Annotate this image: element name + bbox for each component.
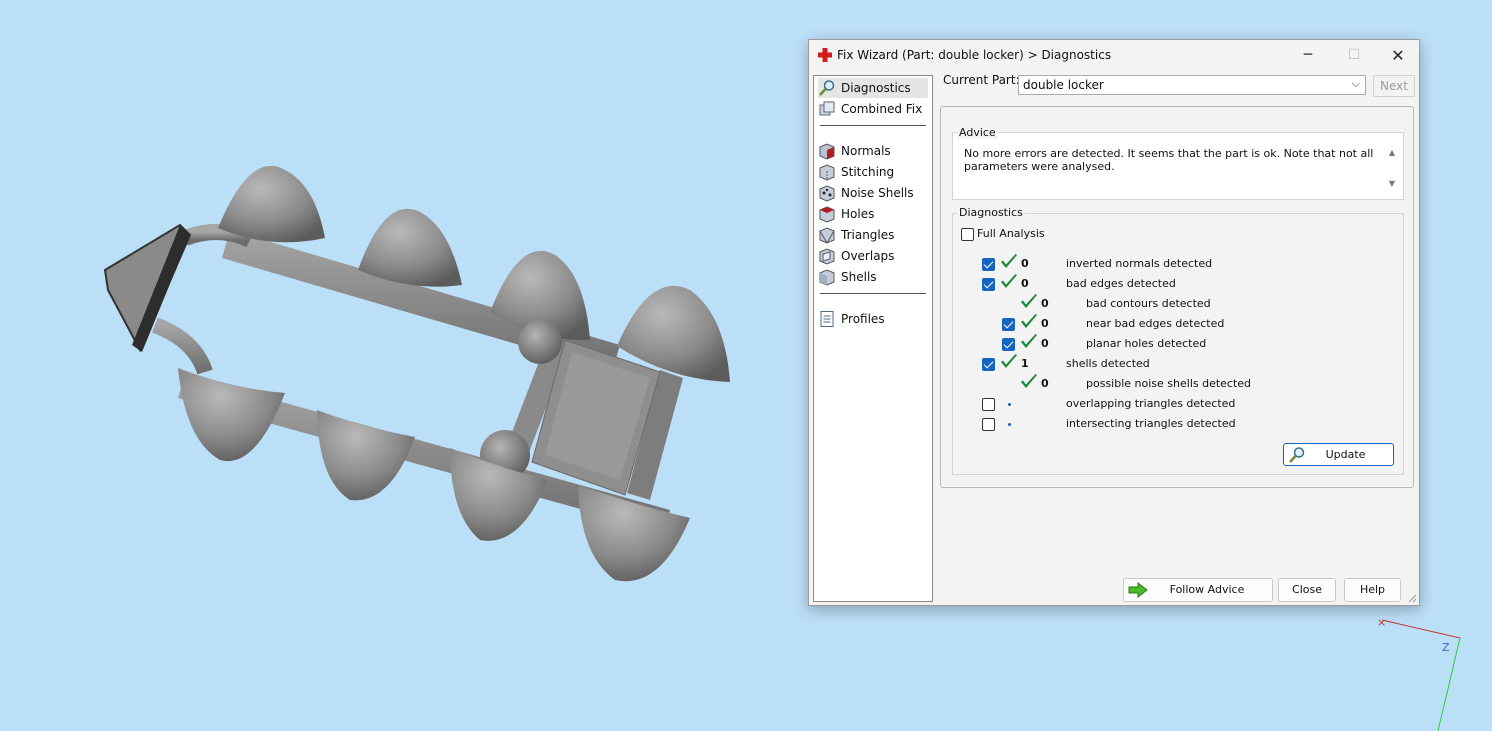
x-axis-marker: × (1377, 616, 1386, 629)
nav-label: Stitching (841, 165, 895, 179)
result-count: 0 (1041, 317, 1049, 330)
close-button[interactable]: Close (1278, 578, 1336, 602)
diagnostic-label: bad contours detected (1086, 297, 1211, 310)
result-count: 0 (1041, 297, 1049, 310)
x-axis-line (1381, 619, 1461, 639)
diagnostic-label: near bad edges detected (1086, 317, 1225, 330)
not-analysed-dot-icon (1008, 423, 1011, 426)
nav-item-profiles[interactable]: Profiles (818, 309, 928, 329)
green-check-icon (1001, 354, 1017, 368)
noise-shells-cube-icon (819, 185, 835, 202)
diagnostic-label: intersecting triangles detected (1066, 417, 1236, 430)
diagnostic-label: possible noise shells detected (1086, 377, 1252, 390)
nav-item-stitching[interactable]: Stitching (818, 162, 928, 182)
nav-label: Diagnostics (841, 81, 911, 95)
nav-item-noise-shells[interactable]: Noise Shells (818, 183, 928, 203)
intersecting-triangles-checkbox[interactable] (982, 418, 995, 431)
full-analysis-checkbox[interactable] (961, 228, 974, 241)
next-button[interactable]: Next (1373, 75, 1415, 97)
advice-text: No more errors are detected. It seems th… (964, 147, 1374, 173)
overlaps-cube-icon (819, 248, 835, 265)
result-count: 0 (1041, 377, 1049, 390)
nav-label: Holes (841, 207, 875, 221)
current-part-label: Current Part: (943, 73, 1020, 87)
z-axis-label: Z (1442, 641, 1450, 654)
wizard-nav: Diagnostics Combined Fix Normals Stitchi… (813, 75, 933, 602)
green-check-icon (1001, 274, 1017, 288)
title-bar[interactable]: Fix Wizard (Part: double locker) > Diagn… (809, 40, 1419, 70)
scroll-down-icon[interactable]: ▼ (1389, 179, 1395, 188)
nav-item-shells[interactable]: Shells (818, 267, 928, 287)
diagnostic-label: planar holes detected (1086, 337, 1207, 350)
nav-label: Triangles (841, 228, 895, 242)
diagnostic-label: inverted normals detected (1066, 257, 1213, 270)
diagnostic-label: overlapping triangles detected (1066, 397, 1236, 410)
result-count: 0 (1021, 257, 1029, 270)
magnifier-icon (819, 80, 835, 96)
overlapping-triangles-checkbox[interactable] (982, 398, 995, 411)
nav-label: Shells (841, 270, 877, 284)
advice-group: No more errors are detected. It seems th… (952, 132, 1404, 200)
green-check-icon (1021, 334, 1037, 348)
diagnostic-label: shells detected (1066, 357, 1150, 370)
near-bad-edges-checkbox[interactable] (1002, 318, 1015, 331)
current-part-dropdown[interactable]: double locker ⌵ (1018, 75, 1366, 95)
current-part-value: double locker (1023, 78, 1104, 92)
nav-item-normals[interactable]: Normals (818, 141, 928, 161)
green-check-icon (1021, 294, 1037, 308)
diagnostics-title: Diagnostics (957, 206, 1025, 219)
nav-label: Profiles (841, 312, 885, 326)
nav-item-triangles[interactable]: Triangles (818, 225, 928, 245)
minimize-button[interactable]: ─ (1285, 40, 1331, 70)
green-check-icon (1021, 374, 1037, 388)
not-analysed-dot-icon (1008, 403, 1011, 406)
full-analysis-label: Full Analysis (977, 227, 1045, 240)
combined-fix-icon (819, 101, 835, 116)
holes-cube-icon (819, 206, 835, 223)
result-count: 0 (1041, 337, 1049, 350)
window-title: Fix Wizard (Part: double locker) > Diagn… (837, 48, 1112, 62)
follow-advice-label: Follow Advice (1169, 583, 1245, 596)
maximize-button[interactable]: ☐ (1331, 40, 1377, 70)
update-button[interactable]: Update (1283, 443, 1394, 466)
diagnostics-panel: No more errors are detected. It seems th… (940, 106, 1414, 488)
nav-item-diagnostics[interactable]: Diagnostics (818, 78, 928, 98)
resize-grip-icon[interactable] (1407, 593, 1417, 603)
diagnostic-label: bad edges detected (1066, 277, 1176, 290)
nav-separator (820, 125, 926, 126)
result-count: 0 (1021, 277, 1029, 290)
document-icon (820, 311, 834, 327)
shells-cube-icon (819, 269, 835, 286)
triangles-cube-icon (819, 227, 835, 244)
nav-label: Noise Shells (841, 186, 914, 200)
follow-advice-button[interactable]: Follow Advice (1123, 578, 1273, 602)
nav-item-overlaps[interactable]: Overlaps (818, 246, 928, 266)
nav-label: Overlaps (841, 249, 895, 263)
bad-edges-checkbox[interactable] (982, 278, 995, 291)
green-check-icon (1001, 254, 1017, 268)
nav-label: Normals (841, 144, 891, 158)
help-button[interactable]: Help (1344, 578, 1401, 602)
advice-title: Advice (957, 126, 998, 139)
close-window-button[interactable]: ✕ (1375, 40, 1421, 70)
green-check-icon (1021, 314, 1037, 328)
planar-holes-checkbox[interactable] (1002, 338, 1015, 351)
nav-label: Combined Fix (841, 102, 923, 116)
axis-triad: × Z (1377, 616, 1461, 731)
stitching-cube-icon (819, 164, 835, 181)
nav-item-combined-fix[interactable]: Combined Fix (818, 99, 928, 119)
shells-checkbox[interactable] (982, 358, 995, 371)
green-arrow-right-icon (1128, 582, 1148, 598)
red-cross-icon (818, 48, 832, 62)
result-count: 1 (1021, 357, 1029, 370)
update-label: Update (1325, 448, 1366, 461)
normals-cube-icon (819, 143, 835, 160)
part-model[interactable] (0, 0, 760, 600)
chevron-down-icon: ⌵ (1351, 77, 1360, 90)
fix-wizard-dialog: Fix Wizard (Part: double locker) > Diagn… (808, 39, 1420, 606)
nav-item-holes[interactable]: Holes (818, 204, 928, 224)
nav-separator (820, 293, 926, 294)
inverted-normals-checkbox[interactable] (982, 258, 995, 271)
scroll-up-icon[interactable]: ▲ (1389, 148, 1395, 157)
